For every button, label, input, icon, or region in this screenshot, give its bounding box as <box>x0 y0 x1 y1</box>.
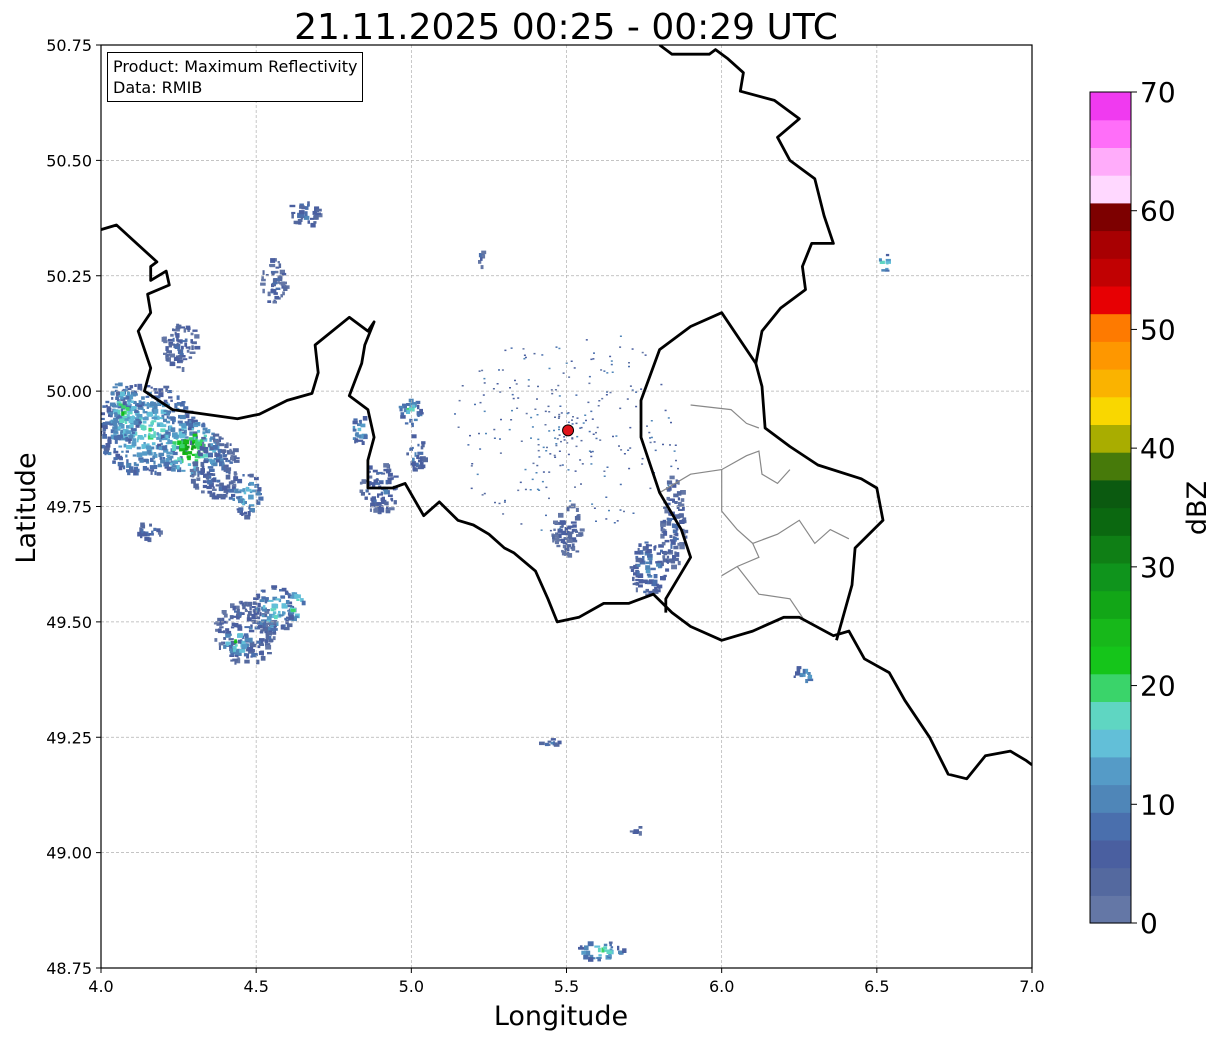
colorbar-tick-label: 40 <box>1140 432 1176 465</box>
radar-site-marker <box>562 424 575 437</box>
chart-title: 21.11.2025 00:25 - 00:29 UTC <box>294 7 838 48</box>
radar-site-dot <box>562 424 575 437</box>
x-tick-label: 4.5 <box>243 977 268 996</box>
x-axis-ticks: 4.0 4.5 5.0 5.5 6.0 6.5 7.0 <box>88 968 1045 996</box>
colorbar-segment <box>1090 701 1131 730</box>
colorbar-tick-label: 10 <box>1140 788 1176 821</box>
colorbar-segment <box>1090 895 1131 924</box>
x-tick-label: 4.0 <box>88 977 113 996</box>
y-tick-label: 50.25 <box>46 267 92 286</box>
colorbar-tick-label: 70 <box>1140 76 1176 109</box>
colorbar-segment <box>1090 618 1131 647</box>
colorbar-label: dBZ <box>1182 481 1213 535</box>
y-axis-ticks: 48.75 49.00 49.25 49.50 49.75 50.00 50.25 50.50… <box>46 36 101 978</box>
x-axis-label: Longitude <box>494 1001 628 1032</box>
colorbar-segment <box>1090 92 1131 121</box>
y-tick-label: 49.75 <box>46 498 92 517</box>
colorbar-segment <box>1090 147 1131 176</box>
colorbar-segment <box>1090 341 1131 370</box>
colorbar: 0 10 20 30 40 50 60 70 <box>1089 76 1176 940</box>
colorbar-segment <box>1090 119 1131 148</box>
colorbar-segment <box>1090 784 1131 813</box>
colorbar-segment <box>1090 452 1131 481</box>
y-tick-label: 48.75 <box>46 959 92 978</box>
colorbar-segment <box>1090 285 1131 315</box>
colorbar-segment <box>1090 479 1131 509</box>
colorbar-segment <box>1090 673 1131 702</box>
colorbar-segment <box>1090 812 1131 841</box>
colorbar-segment <box>1090 175 1131 204</box>
colorbar-segment <box>1090 258 1131 287</box>
colorbar-segment <box>1090 313 1131 342</box>
colorbar-segment <box>1090 424 1131 453</box>
y-tick-label: 50.75 <box>46 36 92 55</box>
x-tick-label: 6.5 <box>864 977 889 996</box>
colorbar-segment <box>1090 396 1131 425</box>
y-tick-label: 50.00 <box>46 382 92 401</box>
colorbar-segment <box>1090 562 1131 592</box>
legend-product-text: Product: Maximum Reflectivity <box>113 57 358 76</box>
colorbar-tick-label: 20 <box>1140 670 1176 703</box>
y-tick-label: 49.50 <box>46 613 92 632</box>
colorbar-tick-label: 30 <box>1140 551 1176 584</box>
colorbar-segment <box>1090 202 1131 232</box>
radar-figure: 21.11.2025 00:25 - 00:29 UTC 4.0 4.5 5.0 5.… <box>11 7 1213 1032</box>
x-tick-label: 6.0 <box>709 977 734 996</box>
x-tick-label: 5.0 <box>399 977 424 996</box>
y-tick-label: 50.50 <box>46 151 92 170</box>
colorbar-segment <box>1090 867 1131 896</box>
colorbar-tick-label: 60 <box>1140 195 1176 228</box>
colorbar-segment <box>1090 590 1131 619</box>
colorbar-segment <box>1090 230 1131 259</box>
colorbar-segment <box>1090 729 1131 758</box>
y-tick-label: 49.00 <box>46 844 92 863</box>
y-axis-label: Latitude <box>11 452 42 563</box>
colorbar-segment <box>1090 839 1131 869</box>
colorbar-segment <box>1090 535 1131 564</box>
product-legend: Product: Maximum Reflectivity Data: RMIB <box>107 52 364 102</box>
y-tick-label: 49.25 <box>46 728 92 747</box>
colorbar-segment <box>1090 369 1131 398</box>
legend-data-source-text: Data: RMIB <box>113 78 203 97</box>
colorbar-tick-label: 0 <box>1140 907 1158 940</box>
x-tick-label: 7.0 <box>1019 977 1044 996</box>
colorbar-segment <box>1090 646 1131 675</box>
colorbar-segment <box>1090 507 1131 536</box>
colorbar-segment <box>1090 756 1131 786</box>
colorbar-tick-label: 50 <box>1140 313 1176 346</box>
x-tick-label: 5.5 <box>554 977 579 996</box>
